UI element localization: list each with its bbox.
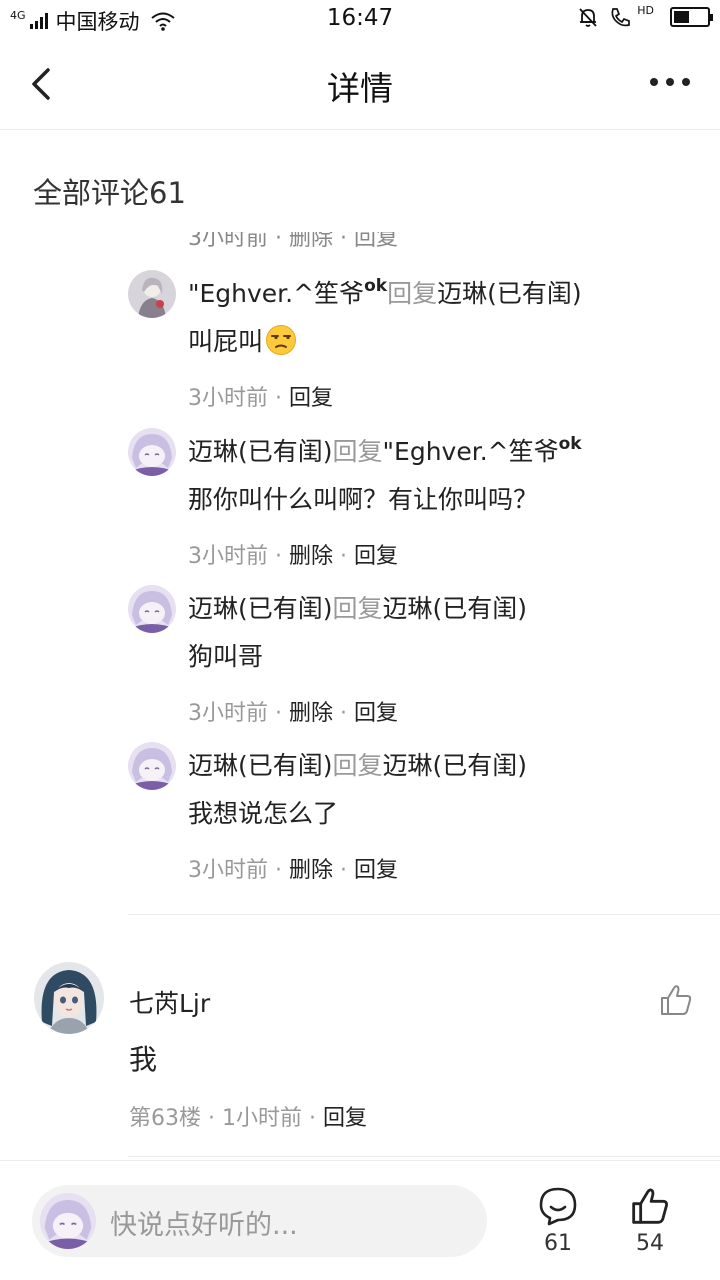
- like-count: 54: [636, 1231, 664, 1256]
- top-nav-bar: 详情: [0, 38, 720, 130]
- sub-reply: 迈琳(已有闺)回复迈琳(已有闺) 我想说怎么了 3小时前 · 删除 · 回复: [128, 742, 688, 883]
- comment-input-placeholder: 快说点好听的...: [110, 1210, 298, 1241]
- unamused-face-emoji: [266, 325, 297, 355]
- comment-user-name[interactable]: 七芮Ljr: [129, 984, 210, 1020]
- status-bar: 4G 中国移动 16:47 HD: [0, 0, 720, 38]
- reply-word: 回复: [332, 437, 383, 466]
- reply-text: 那你叫什么叫啊？有让你叫吗？: [188, 485, 539, 514]
- reply-meta: 3小时前 · 回复: [188, 386, 333, 411]
- reply-text-content: 叫屁叫: [188, 327, 264, 356]
- floor-number: 第63楼: [129, 1106, 201, 1131]
- reply-word: 回复: [332, 594, 383, 623]
- reply-user-name[interactable]: "Eghver.^笙爷: [188, 279, 364, 308]
- target-suffix: ok: [558, 433, 582, 454]
- reply-button[interactable]: 回复: [289, 386, 333, 411]
- divider: [128, 1156, 720, 1157]
- battery-icon: [670, 7, 713, 27]
- reply-button[interactable]: 回复: [323, 1106, 367, 1131]
- reply-button[interactable]: 回复: [354, 544, 398, 569]
- thumbs-up-icon[interactable]: [658, 982, 694, 1018]
- sub-reply: 迈琳(已有闺)回复迈琳(已有闺) 狗叫哥 3小时前 · 删除 · 回复: [128, 585, 688, 726]
- comment-count: 61: [544, 1231, 572, 1256]
- reply-target-name[interactable]: 迈琳(已有闺): [383, 751, 528, 780]
- reply-button[interactable]: 回复: [354, 701, 398, 726]
- thumbs-up-icon: [632, 1188, 668, 1224]
- reply-header: 迈琳(已有闺)回复迈琳(已有闺): [188, 589, 527, 625]
- sub-reply: 迈琳(已有闺)回复"Eghver.^笙爷ok 那你叫什么叫啊？有让你叫吗？ 3小…: [128, 428, 688, 569]
- my-avatar: [40, 1193, 96, 1249]
- avatar[interactable]: [128, 270, 176, 318]
- reply-meta: 3小时前 · 删除 · 回复: [188, 544, 398, 569]
- reply-button[interactable]: 回复: [354, 858, 398, 883]
- reply-meta: 3小时前 · 删除 · 回复: [188, 701, 398, 726]
- reply-target-name[interactable]: 迈琳(已有闺): [437, 279, 582, 308]
- bottom-comment-bar: 快说点好听的... 61 54: [0, 1160, 720, 1280]
- page-title: 详情: [327, 69, 393, 108]
- comment-meta: 第63楼 · 1小时前 · 回复: [129, 1106, 367, 1131]
- reply-time: 3小时前: [188, 544, 268, 569]
- comment-item: 七芮Ljr 我 第63楼 · 1小时前 · 回复: [34, 962, 694, 1132]
- reply-time: 3小时前: [188, 858, 268, 883]
- like-button[interactable]: 54: [620, 1185, 680, 1256]
- cut-off-meta: 3小时前 · 删除 · 回复: [188, 232, 398, 251]
- reply-text: 狗叫哥: [188, 642, 264, 671]
- comment-time: 1小时前: [221, 1106, 302, 1131]
- comment-text: 我: [129, 1043, 158, 1076]
- reply-user-name[interactable]: 迈琳(已有闺): [188, 751, 333, 780]
- comment-bubble-icon: [539, 1187, 577, 1226]
- avatar[interactable]: [128, 585, 176, 633]
- reply-target-name[interactable]: "Eghver.^笙爷: [383, 437, 559, 466]
- divider: [128, 914, 720, 915]
- delete-button[interactable]: 删除: [289, 858, 333, 883]
- reply-meta: 3小时前 · 删除 · 回复: [188, 858, 398, 883]
- mute-bell-icon: [579, 8, 597, 27]
- avatar[interactable]: [128, 742, 176, 790]
- reply-text: 叫屁叫: [188, 322, 297, 358]
- reply-target-name[interactable]: 迈琳(已有闺): [383, 594, 528, 623]
- reply-word: 回复: [387, 279, 438, 308]
- reply-word: 回复: [332, 751, 383, 780]
- user-suffix: ok: [364, 275, 388, 296]
- comments-button[interactable]: 61: [528, 1185, 588, 1256]
- delete-button[interactable]: 删除: [289, 701, 333, 726]
- comments-count-heading: 全部评论61: [33, 176, 186, 210]
- avatar[interactable]: [128, 428, 176, 476]
- more-options-icon[interactable]: [650, 72, 694, 92]
- reply-header: 迈琳(已有闺)回复迈琳(已有闺): [188, 746, 527, 782]
- reply-time: 3小时前: [188, 386, 268, 411]
- reply-user-name[interactable]: 迈琳(已有闺): [188, 594, 333, 623]
- reply-text: 我想说怎么了: [188, 799, 339, 828]
- reply-header: "Eghver.^笙爷ok回复迈琳(已有闺): [188, 274, 582, 310]
- detail-page: 4G 中国移动 16:47 HD 详情 全部评论61 3小时前 · 删除 · 回…: [0, 0, 720, 1280]
- sub-reply: "Eghver.^笙爷ok回复迈琳(已有闺) 叫屁叫 3小时前 · 回复: [128, 270, 688, 411]
- comment-input[interactable]: 快说点好听的...: [32, 1185, 487, 1257]
- delete-button[interactable]: 删除: [289, 544, 333, 569]
- reply-user-name[interactable]: 迈琳(已有闺): [188, 437, 333, 466]
- reply-time: 3小时前: [188, 701, 268, 726]
- reply-header: 迈琳(已有闺)回复"Eghver.^笙爷ok: [188, 432, 582, 468]
- avatar[interactable]: [34, 962, 104, 1034]
- call-icon: [611, 8, 631, 27]
- status-right: HD: [577, 3, 713, 28]
- hd-label: HD: [637, 3, 654, 17]
